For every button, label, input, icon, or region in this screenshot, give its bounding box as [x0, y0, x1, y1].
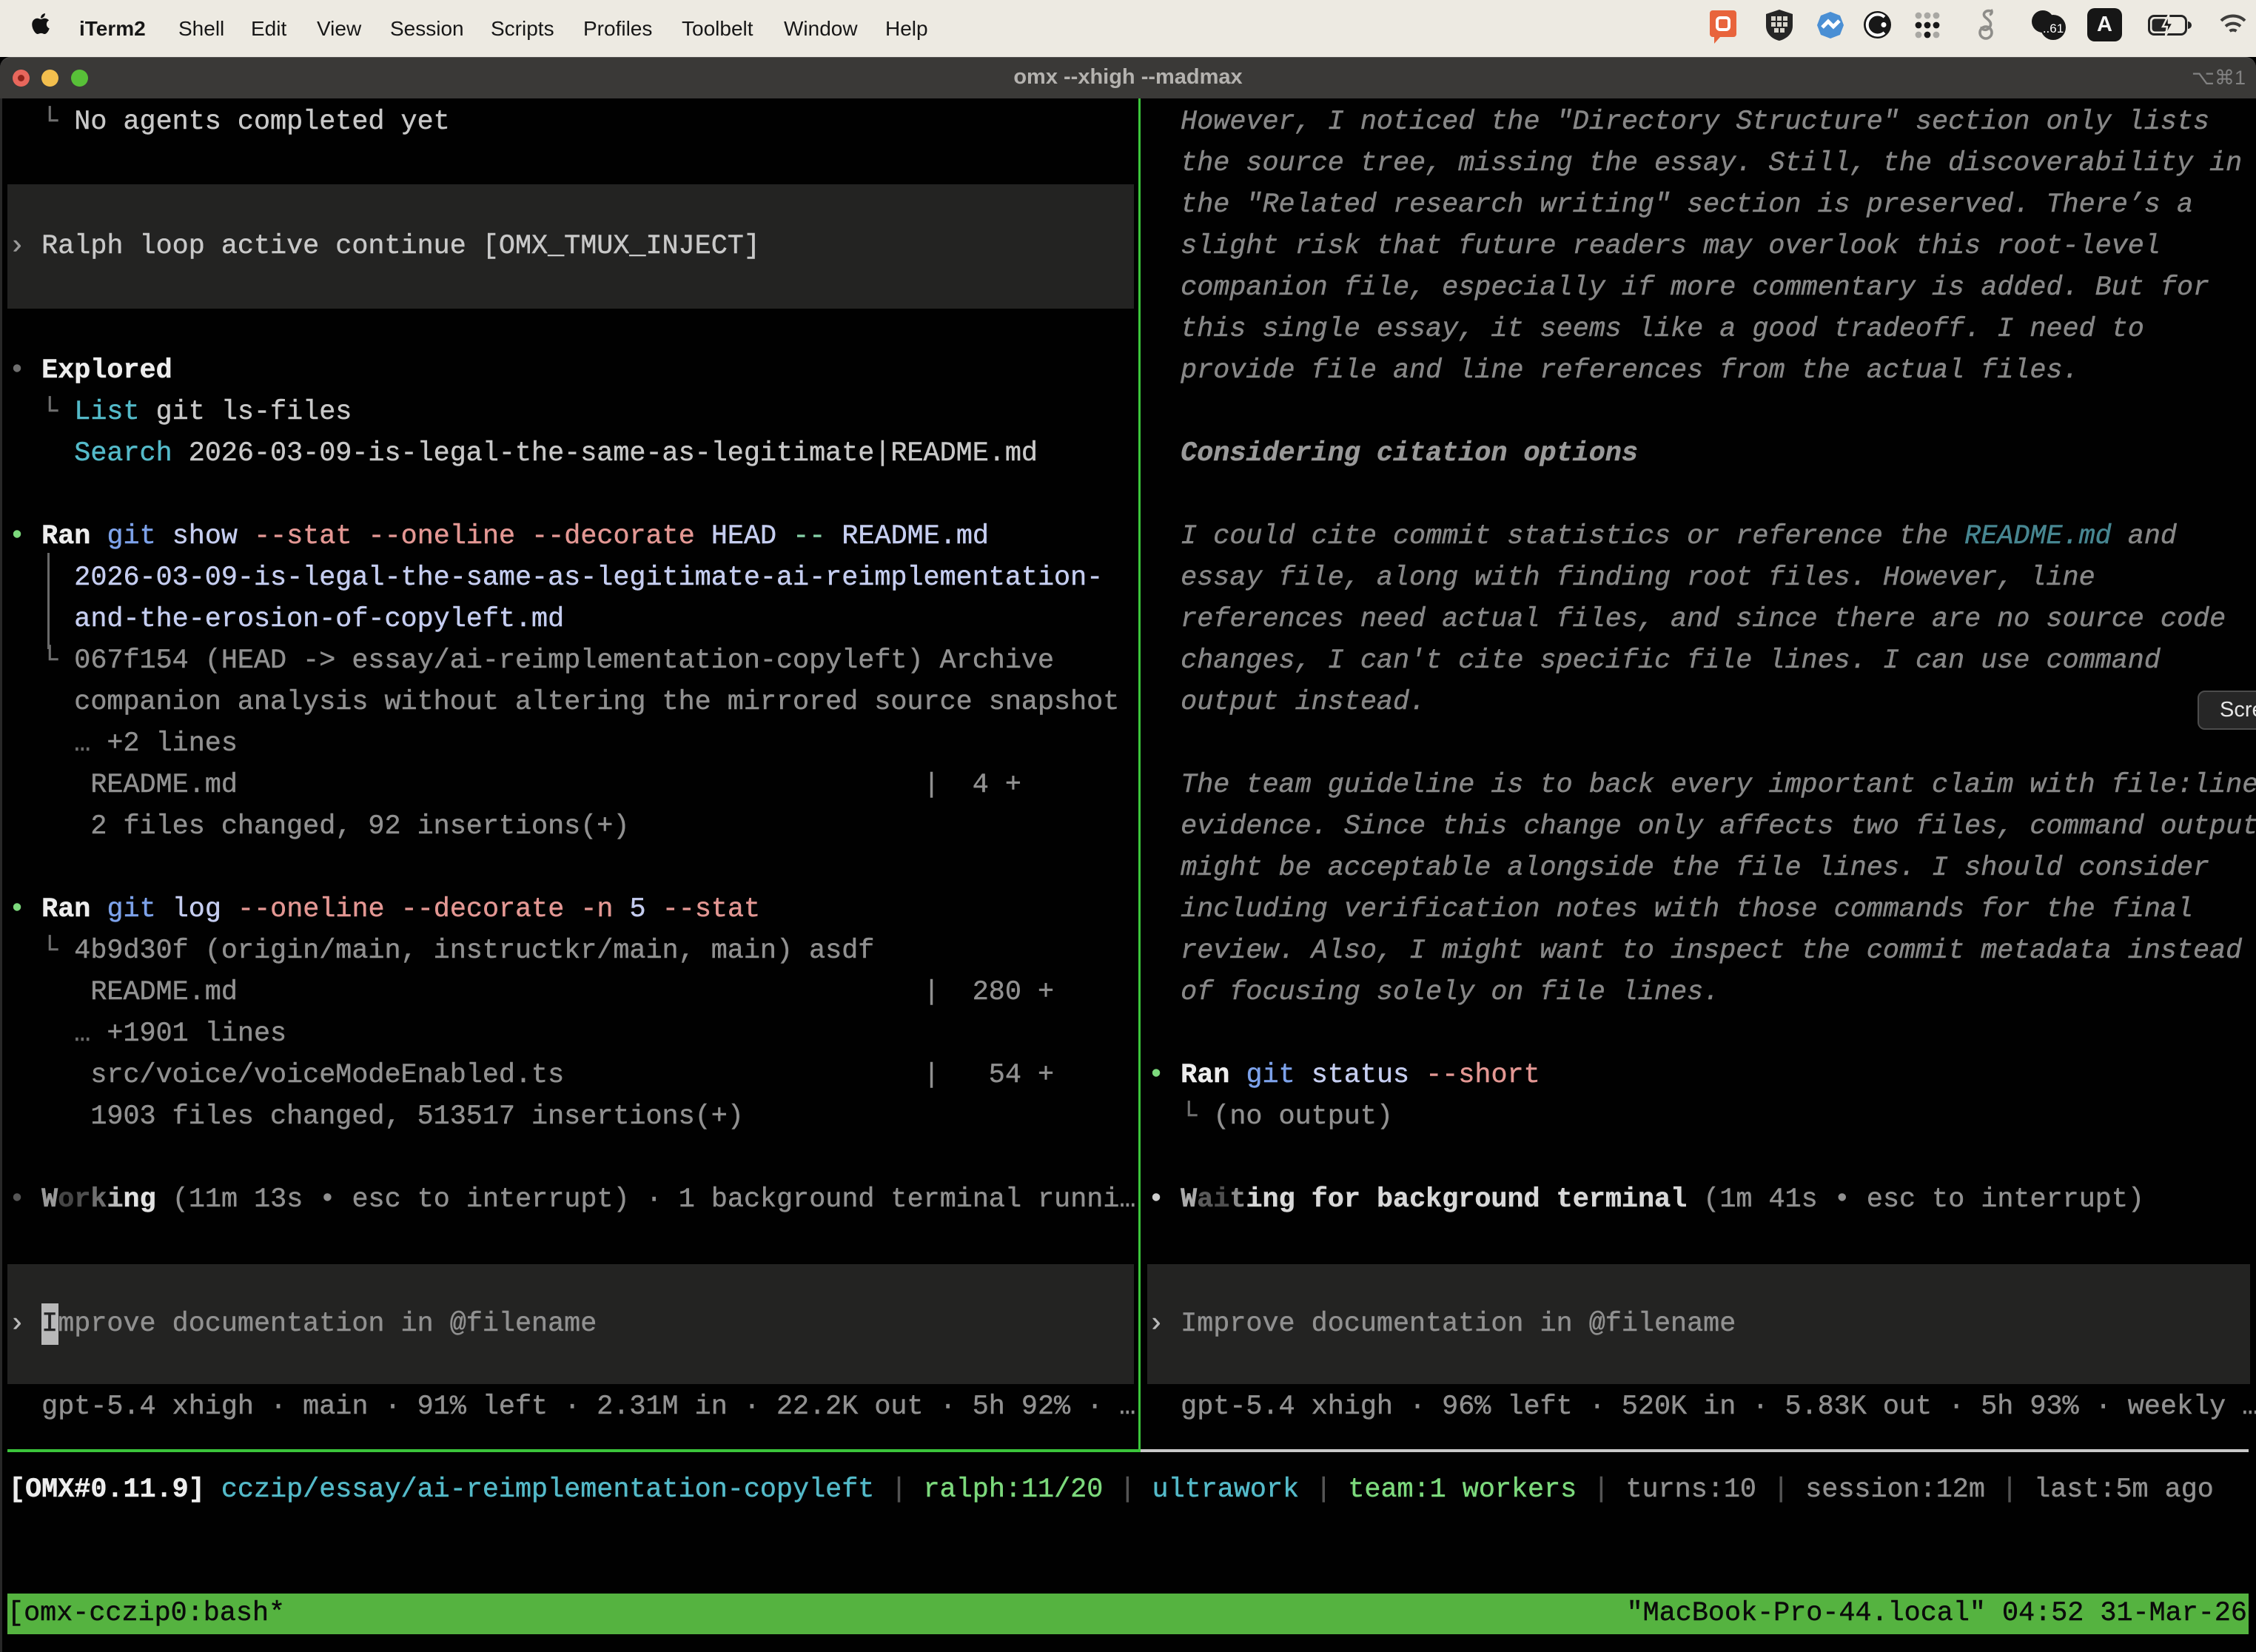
svg-text:..61: ..61: [2043, 21, 2064, 36]
